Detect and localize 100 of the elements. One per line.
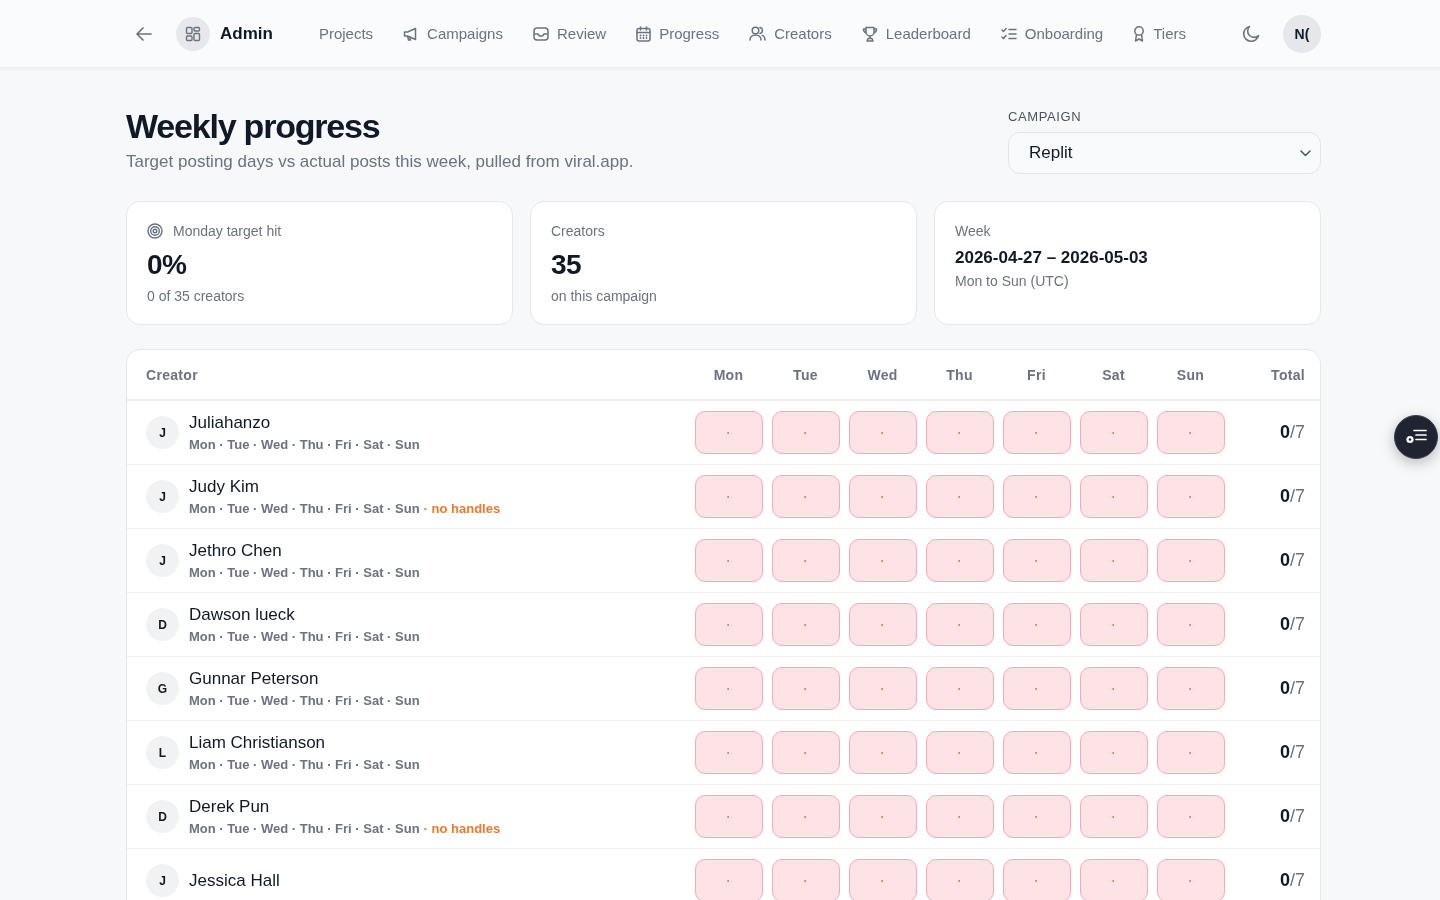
day-cell: · (1002, 539, 1071, 582)
day-cell: · (1079, 859, 1148, 900)
day-cell: · (1002, 411, 1071, 454)
trophy-icon (861, 25, 878, 42)
day-cell: · (848, 731, 917, 774)
chevron-down-icon (1300, 149, 1311, 157)
day-cell: · (1002, 859, 1071, 900)
day-cell: · (1079, 667, 1148, 710)
avatar: D (146, 800, 179, 833)
warning-text: · no handles (423, 499, 501, 518)
day-cell: · (771, 475, 840, 518)
nav-link[interactable]: Tiers (1133, 25, 1186, 42)
avatar: L (146, 736, 179, 769)
stat-value: 2026-04-27 – 2026-05-03 (955, 247, 1149, 269)
nav-link[interactable]: Campaigns (403, 25, 503, 42)
nav-link[interactable]: Onboarding (1000, 25, 1104, 42)
users-icon (749, 26, 767, 41)
grid-icon (176, 16, 210, 51)
stat-note: Mon to Sun (UTC) (955, 272, 1070, 291)
creator-name: Liam Christianson (189, 731, 327, 754)
checklist-icon (1000, 26, 1017, 41)
creator-name: Juliahanzo (189, 411, 272, 434)
day-cell: · (1002, 475, 1071, 518)
day-cell: · (848, 475, 917, 518)
warning-text: · no handles (423, 819, 501, 838)
day-cell: · (848, 795, 917, 838)
column-header: Mon (713, 366, 744, 383)
day-cell: · (1002, 731, 1071, 774)
brand-title: Admin (220, 23, 273, 44)
day-cell: · (1156, 475, 1225, 518)
schedule-text: Mon · Tue · Wed · Thu · Fri · Sat · Sun (189, 499, 420, 518)
user-avatar[interactable]: N( (1283, 14, 1321, 53)
day-cell: · (771, 603, 840, 646)
schedule-text: Mon · Tue · Wed · Thu · Fri · Sat · Sun (189, 819, 420, 838)
day-cell: · (1079, 411, 1148, 454)
award-icon (1133, 25, 1146, 42)
stat-label: Creators (551, 223, 605, 239)
day-cell: · (925, 667, 994, 710)
nav-link[interactable]: Projects (318, 25, 374, 42)
day-cell: · (1079, 475, 1148, 518)
moon-icon (1242, 24, 1260, 43)
day-cell: · (1156, 859, 1225, 900)
day-cell: · (1002, 795, 1071, 838)
nav-link[interactable]: Review (532, 25, 607, 42)
target-icon (147, 223, 163, 239)
day-cell: · (1156, 603, 1225, 646)
column-header: Sun (1176, 366, 1205, 383)
day-cell: · (771, 731, 840, 774)
column-header: Fri (1027, 366, 1046, 383)
creator-name: Jethro Chen (189, 539, 283, 562)
avatar: D (146, 608, 179, 641)
arrow-left-icon (136, 26, 152, 41)
day-cell: · (1079, 539, 1148, 582)
day-cell: · (925, 859, 994, 900)
creator-name: Dawson lueck (189, 603, 296, 626)
schedule-text: Mon · Tue · Wed · Thu · Fri · Sat · Sun (189, 691, 420, 710)
day-cell: · (694, 539, 763, 582)
day-cell: · (1156, 731, 1225, 774)
total-count: 0/7 (1279, 870, 1305, 890)
day-cell: · (925, 539, 994, 582)
day-cell: · (771, 539, 840, 582)
nav-link[interactable]: Creators (749, 25, 832, 42)
day-cell: · (925, 475, 994, 518)
schedule-text: Mon · Tue · Wed · Thu · Fri · Sat · Sun (189, 755, 420, 774)
day-cell: · (925, 603, 994, 646)
list-icon (1405, 429, 1427, 445)
page-subtitle: Target posting days vs actual posts this week, pulled from viral.app. (126, 151, 634, 173)
day-cell: · (925, 795, 994, 838)
floating-action-button[interactable] (1394, 415, 1438, 459)
day-cell: · (925, 411, 994, 454)
day-cell: · (1156, 795, 1225, 838)
nav-link[interactable]: Leaderboard (861, 25, 971, 42)
stat-note: 0 of 35 creators (147, 287, 246, 306)
day-cell: · (848, 859, 917, 900)
day-cell: · (771, 411, 840, 454)
avatar: J (146, 416, 179, 449)
total-count: 0/7 (1279, 614, 1305, 634)
day-cell: · (1079, 731, 1148, 774)
nav-link[interactable]: Progress (636, 25, 720, 42)
avatar: J (146, 864, 179, 897)
stat-label: Week (955, 223, 991, 239)
campaign-select[interactable]: Replit (1008, 132, 1321, 174)
total-count: 0/7 (1279, 806, 1305, 826)
total-count: 0/7 (1279, 742, 1305, 762)
day-cell: · (771, 859, 840, 900)
day-cell: · (1002, 603, 1071, 646)
day-cell: · (771, 795, 840, 838)
day-cell: · (925, 731, 994, 774)
total-count: 0/7 (1279, 678, 1305, 698)
day-cell: · (1156, 667, 1225, 710)
day-cell: · (694, 731, 763, 774)
day-cell: · (1156, 411, 1225, 454)
day-cell: · (694, 859, 763, 900)
inbox-icon (532, 26, 549, 41)
creator-name: Derek Pun (189, 795, 271, 818)
day-cell: · (848, 539, 917, 582)
stat-value: 35 (551, 248, 583, 282)
column-header: Total (1271, 366, 1305, 383)
field-label: CAMPAIGN (1008, 109, 1083, 125)
column-header: Sat (1102, 366, 1125, 383)
